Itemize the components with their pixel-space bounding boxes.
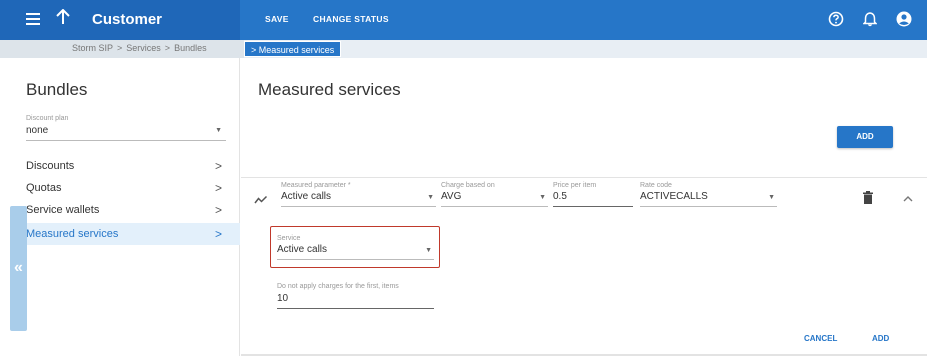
breadcrumb-measured-services[interactable]: > Measured services xyxy=(244,41,342,57)
nav-item-measured-services[interactable]: Measured services > xyxy=(20,223,240,245)
top-bar: Customer SAVE CHANGE STATUS xyxy=(0,0,927,40)
nav-item-discounts[interactable]: Discounts > xyxy=(20,155,240,177)
nav-item-label: Service wallets xyxy=(26,204,100,216)
top-bar-title-area: Customer xyxy=(0,0,240,40)
arrow-up-icon[interactable] xyxy=(54,8,72,29)
rate-code-value: ACTIVECALLS xyxy=(640,191,708,202)
chevron-right-icon: > xyxy=(214,181,222,195)
dropdown-arrow-icon: ▼ xyxy=(539,194,546,201)
price-per-item-input[interactable]: 0.5 xyxy=(553,191,633,207)
price-per-item-value: 0.5 xyxy=(553,191,567,202)
chart-line-icon xyxy=(254,192,268,204)
breadcrumb: Storm SIP > Services > Bundles xyxy=(72,43,207,53)
breadcrumb-bar: Storm SIP > Services > Bundles > Measure… xyxy=(0,40,927,58)
breadcrumb-bundles[interactable]: Bundles xyxy=(174,43,207,53)
main-content: Measured services ADD Measured parameter… xyxy=(241,58,927,356)
dropdown-arrow-icon: ▼ xyxy=(425,247,432,254)
bell-icon[interactable] xyxy=(861,10,879,28)
main-title: Measured services xyxy=(258,80,401,99)
rate-code-label: Rate code xyxy=(640,182,672,189)
no-charge-items-label: Do not apply charges for the first, item… xyxy=(277,283,399,290)
no-charge-items-value: 10 xyxy=(277,293,289,304)
help-icon[interactable] xyxy=(827,10,845,28)
cancel-button[interactable]: CANCEL xyxy=(804,334,837,343)
charge-based-on-label: Charge based on xyxy=(441,182,495,189)
save-button[interactable]: SAVE xyxy=(265,14,289,24)
chevron-right-icon: > xyxy=(214,203,222,217)
measured-parameter-select[interactable]: Active calls ▼ xyxy=(281,191,436,207)
menu-icon[interactable] xyxy=(26,13,40,25)
chevron-right-icon: > xyxy=(214,227,222,241)
breadcrumb-storm-sip[interactable]: Storm SIP xyxy=(72,43,113,53)
no-charge-items-input[interactable]: 10 xyxy=(277,293,434,309)
nav-item-quotas[interactable]: Quotas > xyxy=(20,177,240,199)
discount-plan-label: Discount plan xyxy=(26,115,69,122)
trash-icon[interactable] xyxy=(863,191,873,204)
chevron-right-icon: > xyxy=(214,159,222,173)
left-panel-title: Bundles xyxy=(26,80,88,99)
charge-based-on-select[interactable]: AVG ▼ xyxy=(441,191,548,207)
divider xyxy=(241,177,927,178)
charge-based-on-value: AVG xyxy=(441,191,462,202)
page-title: Customer xyxy=(92,11,163,28)
nav-item-label: Measured services xyxy=(26,228,119,240)
service-value: Active calls xyxy=(277,244,328,255)
chevron-up-icon[interactable] xyxy=(903,194,915,204)
row-add-button[interactable]: ADD xyxy=(872,334,889,343)
measured-parameter-label: Measured parameter * xyxy=(281,182,351,189)
rate-code-select[interactable]: ACTIVECALLS ▼ xyxy=(640,191,777,207)
add-button[interactable]: ADD xyxy=(837,126,893,148)
dropdown-arrow-icon: ▼ xyxy=(427,194,434,201)
double-chevron-left-icon: « xyxy=(14,259,23,276)
breadcrumb-separator: > xyxy=(117,43,123,53)
service-label: Service xyxy=(277,235,301,242)
discount-plan-select[interactable]: none ▼ xyxy=(26,125,226,141)
change-status-button[interactable]: CHANGE STATUS xyxy=(313,14,389,24)
service-select[interactable]: Active calls ▼ xyxy=(277,244,434,260)
breadcrumb-services[interactable]: Services xyxy=(126,43,161,53)
breadcrumb-left-area: Storm SIP > Services > Bundles xyxy=(0,40,244,58)
discount-plan-value: none xyxy=(26,125,49,136)
dropdown-arrow-icon: ▼ xyxy=(768,194,775,201)
left-panel: Bundles Discount plan none ▼ Discounts >… xyxy=(0,58,240,356)
nav-item-label: Discounts xyxy=(26,160,75,172)
dropdown-arrow-icon: ▼ xyxy=(215,127,222,134)
collapse-panel-tab[interactable]: « xyxy=(10,206,27,331)
account-icon[interactable] xyxy=(895,10,913,28)
price-per-item-label: Price per item xyxy=(553,182,597,189)
nav-item-service-wallets[interactable]: Service wallets > xyxy=(20,199,240,221)
breadcrumb-separator: > xyxy=(164,43,171,53)
nav-item-label: Quotas xyxy=(26,182,62,194)
measured-parameter-value: Active calls xyxy=(281,191,332,202)
